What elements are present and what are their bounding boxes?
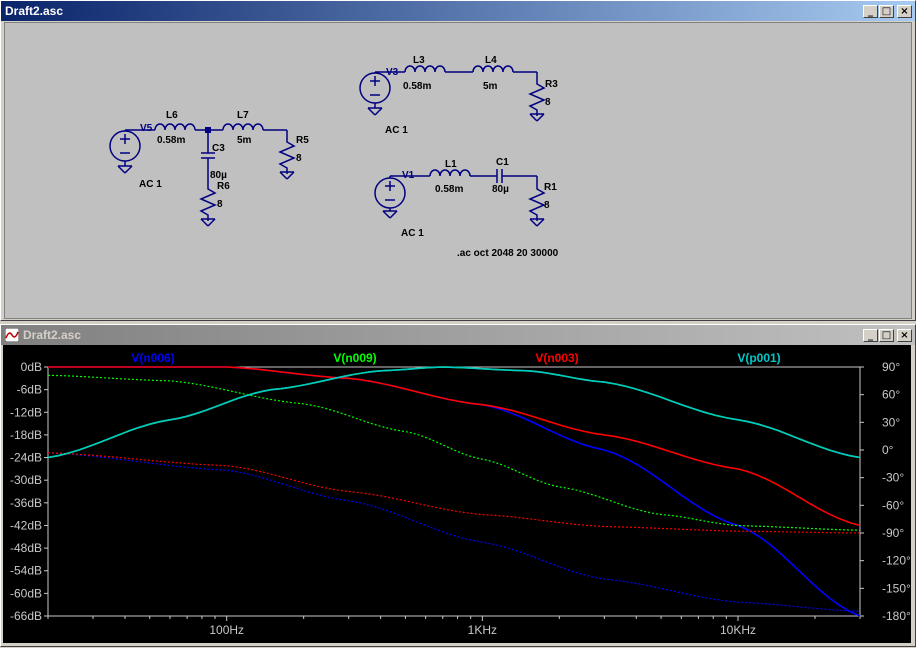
label-r6-value: 8 bbox=[217, 199, 223, 210]
plot-pane[interactable]: 0dB -6dB -12dB -18dB -24dB -30dB -36dB -42dB -48… bbox=[3, 345, 911, 643]
label-l3: L3 bbox=[413, 55, 425, 66]
y-tick-label: -24dB bbox=[10, 451, 42, 465]
label-ac-v3: AC 1 bbox=[385, 125, 408, 136]
y2-tick-label: -180° bbox=[882, 609, 911, 623]
label-r6: R6 bbox=[217, 181, 230, 192]
label-c1-value: 80µ bbox=[492, 184, 509, 195]
schematic-title: Draft2.asc bbox=[5, 4, 64, 18]
label-l6-value: 0.58m bbox=[157, 135, 185, 146]
label-r1-value: 8 bbox=[544, 200, 550, 211]
inductor-icon bbox=[404, 65, 446, 73]
label-l4: L4 bbox=[485, 55, 497, 66]
label-l1-value: 0.58m bbox=[435, 184, 463, 195]
y2-tick-label: 30° bbox=[882, 415, 900, 429]
label-ac-v1: AC 1 bbox=[401, 228, 424, 239]
label-r3-value: 8 bbox=[545, 97, 551, 108]
y-tick-label: -54dB bbox=[10, 564, 42, 578]
label-r1: R1 bbox=[544, 182, 557, 193]
restore-button[interactable]: □ bbox=[879, 328, 894, 342]
label-v3: V3 bbox=[386, 67, 399, 78]
bode-plot[interactable]: 0dB -6dB -12dB -18dB -24dB -30dB -36dB -42dB -48… bbox=[3, 345, 911, 643]
label-l1: L1 bbox=[445, 159, 457, 170]
y-tick-label: -66dB bbox=[10, 609, 42, 623]
series-magnitude-line bbox=[48, 366, 861, 617]
resistor-icon bbox=[529, 77, 545, 117]
plot-titlebar[interactable]: Draft2.asc _ □ × bbox=[1, 325, 915, 345]
close-button[interactable]: × bbox=[897, 4, 912, 18]
spice-directive[interactable]: .ac oct 2048 20 30000 bbox=[457, 248, 559, 259]
inductor-icon bbox=[154, 123, 196, 131]
minimize-button[interactable]: _ bbox=[863, 4, 878, 18]
schematic-canvas[interactable]: V5 L6 0.58m L7 5m C3 80µ R6 8 R5 8 AC 1 … bbox=[4, 22, 912, 319]
junction-dot bbox=[205, 127, 211, 133]
label-ac-v5: AC 1 bbox=[139, 179, 162, 190]
y2-tick-label: -60° bbox=[882, 498, 904, 512]
plot-title: Draft2.asc bbox=[23, 328, 82, 342]
legend-entry[interactable]: V(n006) bbox=[131, 351, 174, 365]
label-c1: C1 bbox=[496, 157, 509, 168]
label-l7: L7 bbox=[237, 110, 249, 121]
y-tick-label: -6dB bbox=[17, 383, 42, 397]
close-button[interactable]: × bbox=[897, 328, 912, 342]
minimize-button[interactable]: _ bbox=[863, 328, 878, 342]
label-r5-value: 8 bbox=[296, 153, 302, 164]
y2-tick-label: 0° bbox=[882, 443, 894, 457]
label-r3: R3 bbox=[545, 79, 558, 90]
x-tick-label: 100Hz bbox=[209, 623, 244, 637]
legend-entry[interactable]: V(n009) bbox=[333, 351, 376, 365]
label-l6: L6 bbox=[166, 110, 178, 121]
label-c3-value: 80µ bbox=[210, 170, 227, 181]
legend-entry[interactable]: V(p001) bbox=[737, 351, 780, 365]
series-phase-line bbox=[47, 374, 861, 531]
y-tick-label: 0dB bbox=[21, 360, 42, 374]
x-tick-label: 1KHz bbox=[468, 623, 497, 637]
y-tick-label: -42dB bbox=[10, 518, 42, 532]
y-tick-label: -60dB bbox=[10, 586, 42, 600]
y-tick-label: -12dB bbox=[10, 405, 42, 419]
series-phase-line bbox=[47, 452, 861, 612]
label-l3-value: 0.58m bbox=[403, 81, 431, 92]
y2-tick-label: -150° bbox=[882, 581, 911, 595]
resistor-icon bbox=[200, 182, 216, 222]
plot-frame bbox=[47, 366, 861, 617]
y2-tick-label: 90° bbox=[882, 360, 900, 374]
inductor-icon bbox=[222, 123, 264, 131]
voltage-source-icon bbox=[109, 130, 141, 162]
ground-icon bbox=[367, 107, 383, 116]
schematic-titlebar[interactable]: Draft2.asc _ □ × bbox=[1, 1, 915, 21]
series-magnitude-line bbox=[48, 366, 861, 527]
label-r5: R5 bbox=[296, 135, 309, 146]
label-v5: V5 bbox=[140, 123, 153, 134]
y2-tick-label: 60° bbox=[882, 388, 900, 402]
label-c3: C3 bbox=[212, 143, 225, 154]
legend-entry[interactable]: V(n003) bbox=[535, 351, 578, 365]
y2-tick-label: -120° bbox=[882, 554, 911, 568]
y-tick-label: -36dB bbox=[10, 496, 42, 510]
inductor-icon bbox=[429, 169, 471, 177]
waveform-icon bbox=[5, 328, 19, 342]
label-l4-value: 5m bbox=[483, 81, 498, 92]
y-tick-label: -48dB bbox=[10, 541, 42, 555]
ground-icon bbox=[382, 210, 398, 219]
schematic-svg: V5 L6 0.58m L7 5m C3 80µ R6 8 R5 8 AC 1 … bbox=[109, 55, 559, 259]
schematic-window: Draft2.asc _ □ × V5 L6 0.58m L7 5m C3 80… bbox=[0, 0, 916, 321]
y-tick-label: -18dB bbox=[10, 428, 42, 442]
restore-button[interactable]: □ bbox=[879, 4, 894, 18]
label-v1: V1 bbox=[402, 170, 415, 181]
series-phase-line bbox=[47, 452, 861, 534]
resistor-icon bbox=[529, 182, 545, 222]
x-tick-label: 10KHz bbox=[720, 623, 756, 637]
voltage-source-icon bbox=[374, 177, 406, 209]
resistor-icon bbox=[279, 135, 295, 175]
y-tick-label: -30dB bbox=[10, 473, 42, 487]
ground-icon bbox=[117, 165, 133, 174]
label-l7-value: 5m bbox=[237, 135, 252, 146]
y2-tick-label: -90° bbox=[882, 526, 904, 540]
inductor-icon bbox=[472, 65, 514, 73]
y2-tick-label: -30° bbox=[882, 471, 904, 485]
